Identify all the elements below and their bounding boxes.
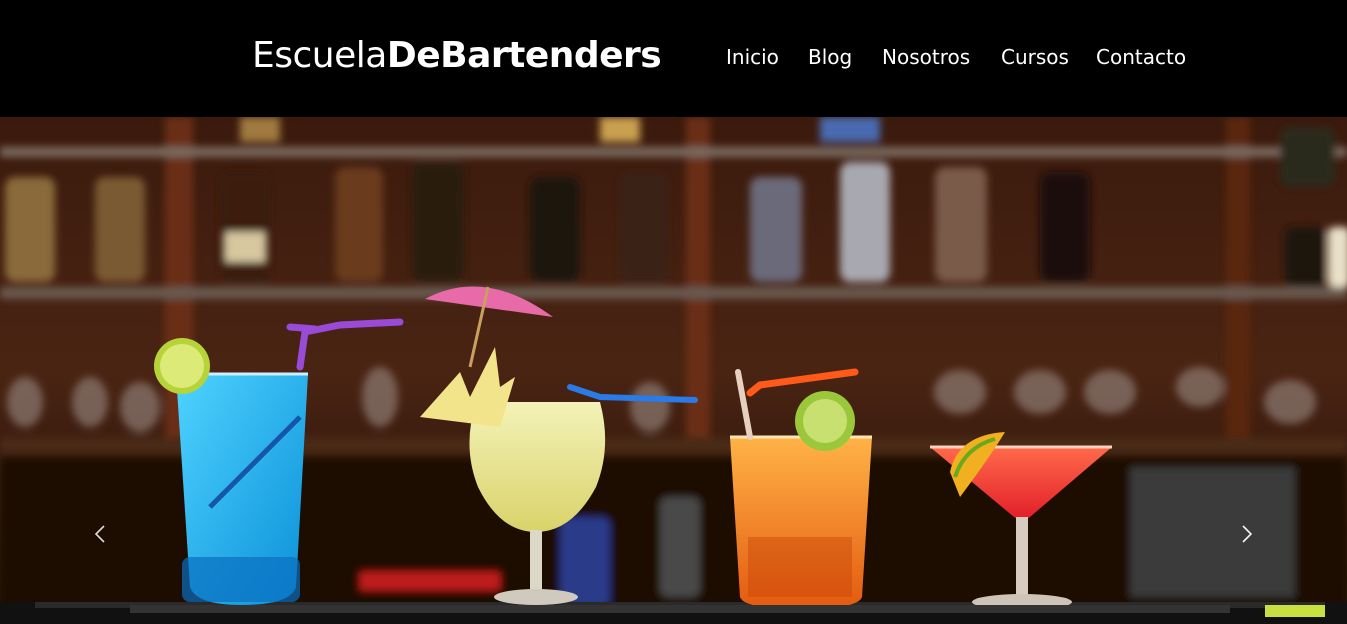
brand-bold-text: DeBartenders — [386, 35, 662, 76]
carousel-next-button[interactable] — [1237, 518, 1257, 550]
nav-item-contacto[interactable]: Contacto — [1096, 43, 1186, 71]
nav-item-blog[interactable]: Blog — [808, 43, 852, 71]
brand-light-text: Escuela — [252, 35, 387, 76]
nav-item-nosotros[interactable]: Nosotros — [882, 43, 970, 71]
carousel-prev-button[interactable] — [90, 518, 110, 550]
hero-carousel — [0, 117, 1347, 624]
chevron-right-icon — [1242, 525, 1253, 543]
nav-item-inicio[interactable]: Inicio — [726, 43, 779, 71]
navbar: EscuelaDeBartenders Inicio Blog Nosotros… — [0, 0, 1347, 117]
brand-logo[interactable]: EscuelaDeBartenders — [252, 33, 662, 79]
chevron-left-icon — [94, 525, 105, 543]
nav-item-cursos[interactable]: Cursos — [1001, 43, 1069, 71]
cocktails-slide-image — [0, 117, 1347, 624]
